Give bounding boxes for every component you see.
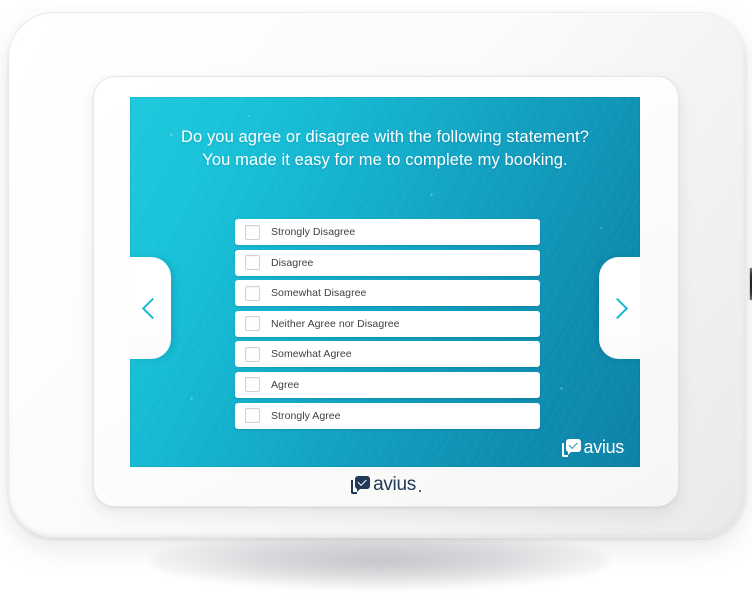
option-label: Neither Agree nor Disagree	[271, 317, 400, 330]
option-checkbox[interactable]	[245, 408, 260, 424]
option-row[interactable]: Disagree	[235, 249, 540, 276]
option-checkbox[interactable]	[245, 316, 260, 332]
tablet-screen: Do you agree or disagree with the follow…	[130, 97, 640, 467]
option-row[interactable]: Strongly Agree	[235, 402, 540, 429]
option-checkbox[interactable]	[245, 377, 260, 393]
option-row[interactable]: Somewhat Agree	[235, 341, 540, 368]
question-line-1: Do you agree or disagree with the follow…	[180, 128, 590, 146]
option-label: Disagree	[271, 256, 314, 269]
option-label: Somewhat Disagree	[271, 287, 367, 300]
answer-options-list: Strongly Disagree Disagree Somewhat Disa…	[235, 219, 540, 433]
option-label: Agree	[271, 378, 300, 391]
next-question-button[interactable]	[599, 257, 640, 359]
option-row[interactable]: Somewhat Disagree	[235, 280, 540, 307]
question-prompt: Do you agree or disagree with the follow…	[130, 126, 640, 172]
option-row[interactable]: Neither Agree nor Disagree	[235, 310, 540, 337]
option-row[interactable]: Strongly Disagree	[235, 219, 540, 245]
option-checkbox[interactable]	[245, 346, 260, 362]
previous-question-button[interactable]	[130, 257, 171, 359]
option-row[interactable]: Agree	[235, 371, 540, 398]
chevron-left-icon	[141, 297, 164, 319]
speech-bubble-check-icon	[351, 475, 371, 494]
question-line-2: You made it easy for me to complete my b…	[202, 151, 568, 169]
chevron-right-icon	[606, 297, 629, 319]
device-drop-shadow	[150, 533, 610, 589]
avius-wordmark: avius	[373, 474, 416, 495]
option-label: Strongly Disagree	[271, 226, 356, 238]
option-checkbox[interactable]	[245, 285, 260, 301]
option-label: Strongly Agree	[271, 409, 341, 422]
avius-wordmark: avius	[583, 437, 624, 457]
kiosk-enclosure: Do you agree or disagree with the follow…	[8, 12, 752, 538]
option-label: Somewhat Agree	[271, 348, 352, 361]
option-checkbox[interactable]	[245, 255, 260, 271]
avius-logo-screen: avius	[562, 437, 624, 457]
speech-bubble-check-icon	[562, 438, 582, 457]
avius-logo-bezel: avius	[94, 475, 678, 494]
wordmark-trademark-dot	[418, 490, 421, 492]
option-checkbox[interactable]	[245, 224, 260, 240]
tablet-body: Do you agree or disagree with the follow…	[93, 76, 679, 507]
